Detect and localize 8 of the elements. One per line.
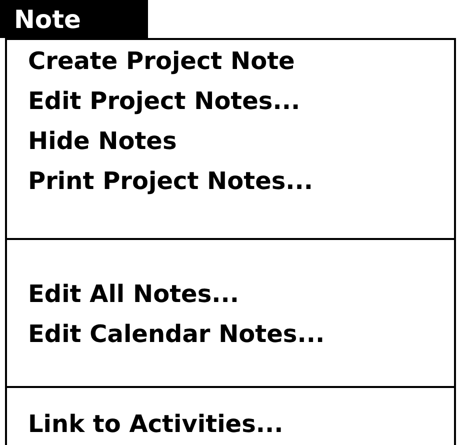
menu-item[interactable]: Print Project Notes... bbox=[7, 161, 313, 201]
menu-item[interactable]: Edit Project Notes... bbox=[7, 81, 300, 121]
menu-item[interactable]: Edit All Notes... bbox=[7, 274, 239, 314]
menu-item[interactable]: Hide Notes bbox=[7, 121, 177, 161]
menu-item[interactable]: Edit Calendar Notes... bbox=[7, 314, 325, 354]
menu-item[interactable]: Link to Activities... bbox=[7, 404, 284, 444]
menu-item[interactable]: Create Project Note bbox=[7, 41, 295, 81]
menu-title[interactable]: Note bbox=[0, 0, 148, 38]
